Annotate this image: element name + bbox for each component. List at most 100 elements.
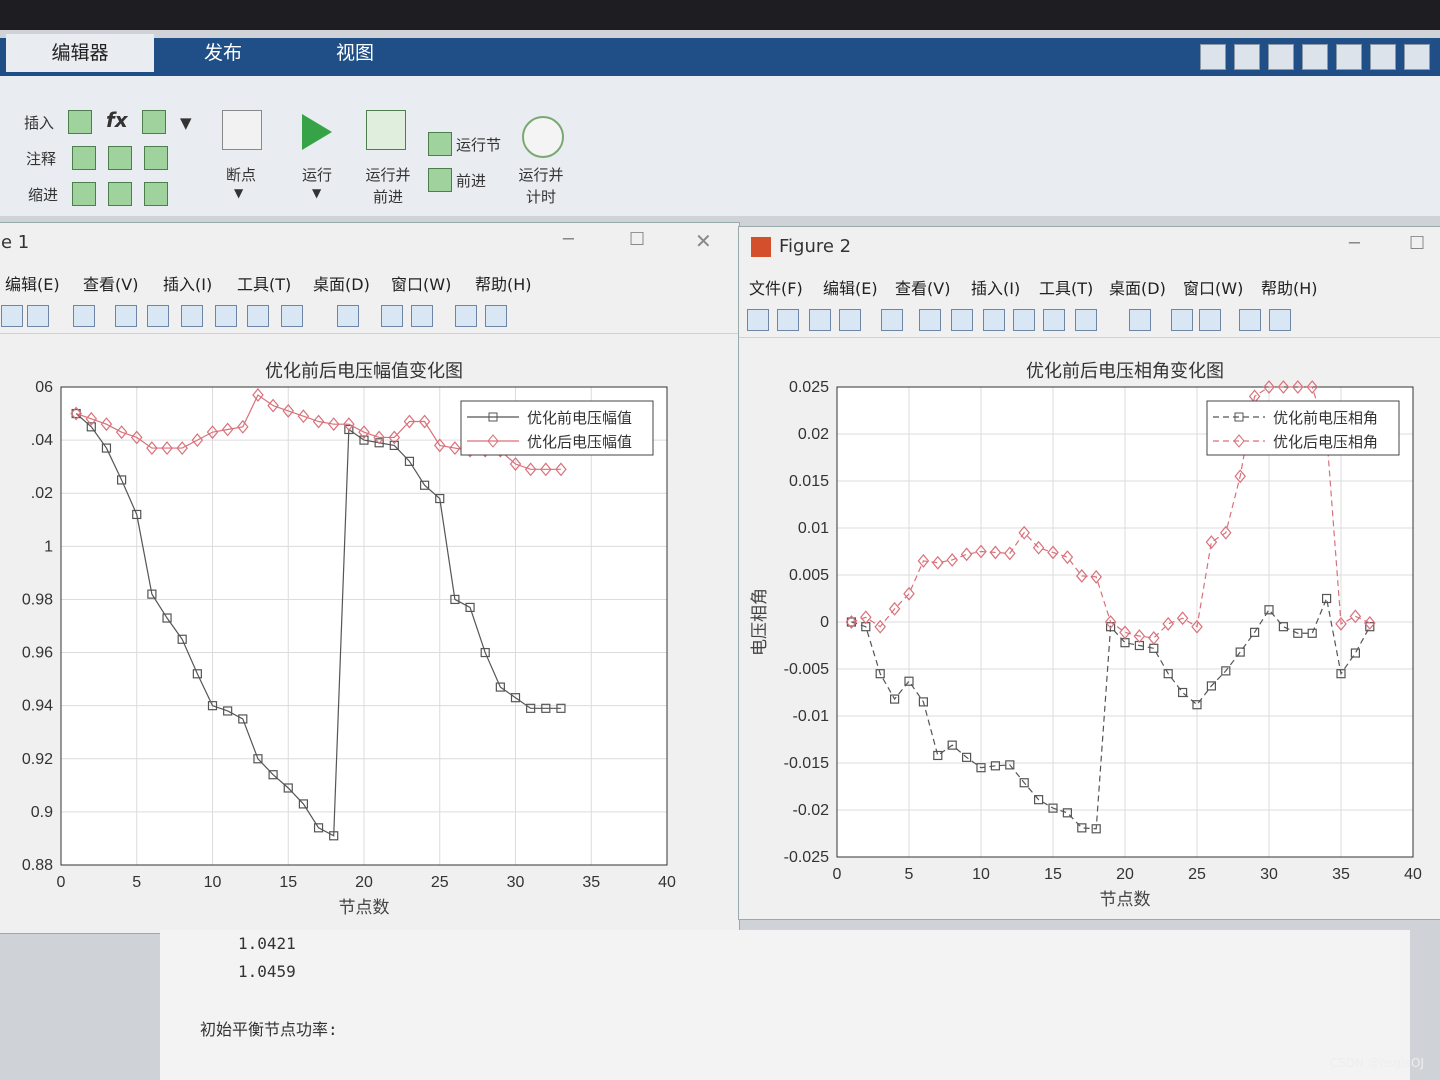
data-cursor-icon[interactable] [1043, 309, 1065, 331]
y-tick-label: -0.015 [784, 755, 829, 772]
menu-insert[interactable]: 插入(I) [971, 275, 1020, 299]
menu-insert[interactable]: 插入(I) [163, 271, 212, 295]
link-plot-icon[interactable] [337, 305, 359, 327]
pan-icon[interactable] [181, 305, 203, 327]
increase-indent-icon[interactable] [108, 182, 132, 206]
zoom-in-icon[interactable] [919, 309, 941, 331]
menu-help[interactable]: 帮助(H) [1261, 275, 1318, 299]
command-window[interactable]: 1.0421 1.0459 初始平衡节点功率: [160, 930, 1410, 1080]
uncomment-icon[interactable] [108, 146, 132, 170]
run-section-icon[interactable] [428, 132, 452, 156]
brush-icon[interactable] [281, 305, 303, 327]
link-plot-icon[interactable] [1129, 309, 1151, 331]
close-icon[interactable]: ✕ [695, 229, 712, 253]
maximize-icon[interactable]: ☐ [1409, 233, 1425, 254]
cmd-output-line: 初始平衡节点功率: [200, 1020, 338, 1039]
x-tick-label: 40 [658, 874, 676, 891]
figure-1-title: e 1 [1, 232, 30, 253]
legend-entry: 优化前电压幅值 [527, 409, 632, 427]
menu-view[interactable]: 查看(V) [83, 271, 138, 295]
tab-editor[interactable]: 编辑器 [6, 34, 154, 72]
x-tick-label: 40 [1404, 866, 1422, 883]
insert-function-icon[interactable] [142, 110, 166, 134]
copy-icon[interactable] [1268, 44, 1294, 70]
menu-view[interactable]: 查看(V) [895, 275, 950, 299]
rotate-icon[interactable] [215, 305, 237, 327]
colorbar-icon[interactable] [1171, 309, 1193, 331]
pointer-icon[interactable] [881, 309, 903, 331]
run-section-button[interactable]: 运行节 [456, 134, 501, 155]
run-and-advance-icon[interactable] [366, 110, 406, 150]
menu-edit[interactable]: 编辑(E) [823, 275, 878, 299]
menu-tools[interactable]: 工具(T) [1039, 275, 1093, 299]
hide-tools-icon[interactable] [1239, 309, 1261, 331]
print-icon[interactable] [27, 305, 49, 327]
hide-tools-icon[interactable] [455, 305, 477, 327]
dock-icon[interactable] [1269, 309, 1291, 331]
menu-window[interactable]: 窗口(W) [391, 271, 451, 295]
minimize-icon[interactable]: ─ [1349, 233, 1360, 254]
menu-edit[interactable]: 编辑(E) [5, 271, 60, 295]
dock-icon[interactable] [485, 305, 507, 327]
comment-percent-icon[interactable] [72, 146, 96, 170]
brush-icon[interactable] [1075, 309, 1097, 331]
menu-tools[interactable]: 工具(T) [237, 271, 291, 295]
figure-1-plot[interactable]: 0 5 10 15 20 25 30 35 40 0.88 0.9 0.92 0.94 0.96 0.98 1… [0, 333, 739, 933]
fx-icon[interactable]: fx [106, 108, 128, 132]
zoom-out-icon[interactable] [147, 305, 169, 327]
advance-button[interactable]: 前进 [456, 170, 486, 191]
menu-help[interactable]: 帮助(H) [475, 271, 532, 295]
undo-icon[interactable] [1336, 44, 1362, 70]
minimize-icon[interactable]: ─ [563, 229, 574, 250]
y-tick-label: 0.02 [798, 426, 829, 443]
save-figure-icon[interactable] [1, 305, 23, 327]
redo-icon[interactable] [1370, 44, 1396, 70]
breakpoint-dropdown-icon[interactable]: ▼ [234, 186, 243, 200]
run-icon[interactable] [302, 114, 340, 152]
run-and-time-button[interactable]: 运行并 计时 [516, 164, 566, 208]
decrease-indent-icon[interactable] [144, 182, 168, 206]
menu-desktop[interactable]: 桌面(D) [1109, 275, 1166, 299]
x-tick-label: 30 [507, 874, 525, 891]
open-icon[interactable] [777, 309, 799, 331]
save-figure-icon[interactable] [809, 309, 831, 331]
menu-desktop[interactable]: 桌面(D) [313, 271, 370, 295]
tab-publish[interactable]: 发布 [160, 34, 286, 72]
maximize-icon[interactable]: ☐ [629, 229, 645, 250]
advance-icon[interactable] [428, 168, 452, 192]
legend-icon[interactable] [411, 305, 433, 327]
paste-icon[interactable] [1302, 44, 1328, 70]
figure-1-menubar: 编辑(E) 查看(V) 插入(I) 工具(T) 桌面(D) 窗口(W) 帮助(H… [0, 263, 739, 297]
wrap-comment-icon[interactable] [144, 146, 168, 170]
zoom-in-icon[interactable] [115, 305, 137, 327]
breakpoint-icon[interactable] [222, 110, 262, 150]
menu-window[interactable]: 窗口(W) [1183, 275, 1243, 299]
save-icon[interactable] [1200, 44, 1226, 70]
rotate-icon[interactable] [1013, 309, 1035, 331]
smart-indent-icon[interactable] [72, 182, 96, 206]
window-switch-icon[interactable] [1404, 44, 1430, 70]
x-tick-label: 0 [833, 866, 842, 883]
run-and-advance-button[interactable]: 运行并 前进 [364, 164, 412, 208]
indent-label: 缩进 [28, 186, 59, 204]
zoom-out-icon[interactable] [951, 309, 973, 331]
x-axis-label: 节点数 [1100, 890, 1151, 910]
breakpoint-label[interactable]: 断点 [226, 164, 256, 185]
insert-section-icon[interactable] [68, 110, 92, 134]
tab-view[interactable]: 视图 [292, 34, 418, 72]
chevron-down-icon[interactable]: ▼ [180, 114, 192, 132]
legend-icon[interactable] [1199, 309, 1221, 331]
cut-icon[interactable] [1234, 44, 1260, 70]
data-cursor-icon[interactable] [247, 305, 269, 327]
chart-title: 优化前后电压幅值变化图 [265, 361, 463, 382]
run-button[interactable]: 运行 [302, 164, 332, 185]
colorbar-icon[interactable] [381, 305, 403, 327]
menu-file[interactable]: 文件(F) [749, 275, 803, 299]
run-dropdown-icon[interactable]: ▼ [312, 186, 321, 200]
figure-2-plot[interactable]: 0 5 10 15 20 25 30 35 40 -0.025 -0.02 -0.015 -0.01 -0… [739, 337, 1440, 917]
new-figure-icon[interactable] [747, 309, 769, 331]
run-and-time-icon[interactable] [522, 116, 564, 158]
pointer-icon[interactable] [73, 305, 95, 327]
pan-icon[interactable] [983, 309, 1005, 331]
print-icon[interactable] [839, 309, 861, 331]
